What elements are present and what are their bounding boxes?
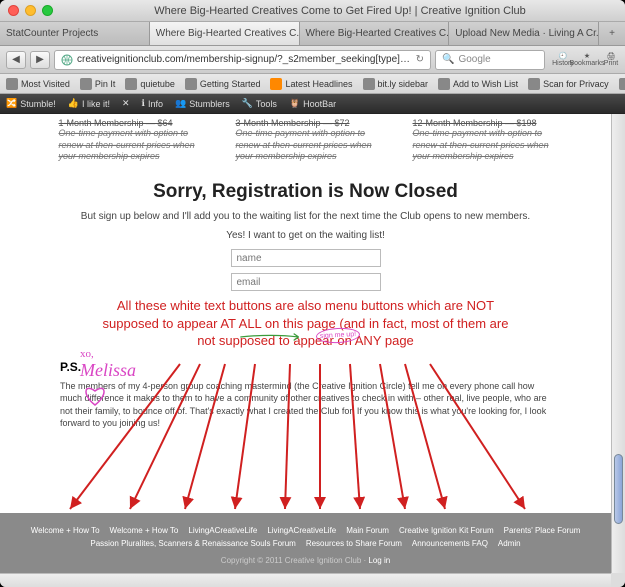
- bookmark-item[interactable]: Account: [619, 78, 625, 90]
- vertical-scrollbar[interactable]: [611, 114, 625, 573]
- bookmark-item[interactable]: Getting Started: [185, 78, 261, 90]
- footer-link[interactable]: Admin: [498, 539, 521, 548]
- site-icon: [619, 78, 625, 90]
- resize-corner[interactable]: [611, 573, 625, 587]
- site-icon: [528, 78, 540, 90]
- site-icon: [80, 78, 92, 90]
- folder-icon: [6, 78, 18, 90]
- site-icon: [185, 78, 197, 90]
- heart-icon: [80, 381, 110, 407]
- footer-link[interactable]: Welcome + How To: [31, 526, 100, 535]
- waitlist-label: Yes! I want to get on the waiting list!: [0, 230, 611, 241]
- hand-drawn-arrow-icon: [232, 332, 312, 342]
- site-icon: [363, 78, 375, 90]
- search-icon: 🔍: [442, 54, 454, 65]
- minimize-window-button[interactable]: [25, 5, 36, 16]
- window-title: Where Big-Hearted Creatives Come to Get …: [63, 5, 617, 17]
- footer-link[interactable]: Passion Pluralites, Scanners & Renaissan…: [90, 539, 295, 548]
- site-icon: [438, 78, 450, 90]
- close-window-button[interactable]: [8, 5, 19, 16]
- page-content: 1-Month Membership — $64 One-time paymen…: [0, 114, 611, 573]
- bookmark-item[interactable]: Most Visited: [6, 78, 70, 90]
- login-link[interactable]: Log in: [368, 556, 390, 565]
- toolbar-item[interactable]: ℹ Info: [142, 98, 163, 109]
- toolbar-item[interactable]: 🔧 Tools: [242, 98, 277, 109]
- membership-desc: One-time payment with option to renew at…: [59, 128, 199, 163]
- browser-tab[interactable]: Upload New Media · Living A Cr...: [449, 22, 599, 45]
- horizontal-scrollbar[interactable]: [0, 573, 611, 587]
- membership-option: 12-Month Membership — $198 One-time paym…: [413, 118, 553, 163]
- membership-title: 3-Month Membership — $72: [236, 118, 376, 128]
- browser-tab[interactable]: Where Big-Hearted Creatives C...: [150, 22, 300, 45]
- footer-link[interactable]: Welcome + How To: [110, 526, 179, 535]
- waitlist-form: [0, 249, 611, 291]
- bookmark-item[interactable]: quietube: [125, 78, 175, 90]
- address-bar: ◀ ▶ creativeignitionclub.com/membership-…: [0, 46, 625, 74]
- footer-copyright: Copyright © 2011 Creative Ignition Club …: [221, 556, 390, 565]
- new-tab-button[interactable]: +: [599, 22, 625, 45]
- toolbar-item[interactable]: ✕: [122, 98, 130, 109]
- search-field[interactable]: 🔍 Google: [435, 50, 545, 70]
- browser-tab[interactable]: StatCounter Projects: [0, 22, 150, 45]
- bookmark-item[interactable]: Pin It: [80, 78, 116, 90]
- stumble-toolbar: 🔀Stumble! 👍 I like it! ✕ ℹ Info 👥 Stumbl…: [0, 94, 625, 114]
- membership-desc: One-time payment with option to renew at…: [413, 128, 553, 163]
- url-field[interactable]: creativeignitionclub.com/membership-sign…: [54, 50, 431, 70]
- browser-window: Where Big-Hearted Creatives Come to Get …: [0, 0, 625, 587]
- membership-desc: One-time payment with option to renew at…: [236, 128, 376, 163]
- footer-link[interactable]: LivingACreativeLife: [188, 526, 257, 535]
- name-input[interactable]: [231, 249, 381, 267]
- footer-link[interactable]: Resources to Share Forum: [306, 539, 402, 548]
- membership-title: 1-Month Membership — $64: [59, 118, 199, 128]
- toolbar-item[interactable]: 🦉 HootBar: [289, 98, 336, 109]
- email-input[interactable]: [231, 273, 381, 291]
- bookmark-item[interactable]: bit.ly sidebar: [363, 78, 429, 90]
- scrollbar-thumb[interactable]: [614, 454, 623, 524]
- forward-button[interactable]: ▶: [30, 51, 50, 69]
- window-titlebar: Where Big-Hearted Creatives Come to Get …: [0, 0, 625, 22]
- footer-link[interactable]: Creative Ignition Kit Forum: [399, 526, 494, 535]
- zoom-window-button[interactable]: [42, 5, 53, 16]
- tab-strip: StatCounter Projects Where Big-Hearted C…: [0, 22, 625, 46]
- membership-option: 3-Month Membership — $72 One-time paymen…: [236, 118, 376, 163]
- print-icon[interactable]: 🖨Print: [603, 52, 619, 68]
- footer-links: Welcome + How To Welcome + How To Living…: [0, 522, 611, 552]
- membership-title: 12-Month Membership — $198: [413, 118, 553, 128]
- stop-reload-icon[interactable]: ↻: [416, 54, 424, 65]
- page-footer: Welcome + How To Welcome + How To Living…: [0, 513, 611, 573]
- site-icon: [125, 78, 137, 90]
- bookmarks-toolbar: Most Visited Pin It quietube Getting Sta…: [0, 74, 625, 94]
- bookmark-item[interactable]: Add to Wish List: [438, 78, 518, 90]
- membership-options: 1-Month Membership — $64 One-time paymen…: [0, 114, 611, 173]
- toolbar-item[interactable]: 👍 I like it!: [68, 98, 110, 109]
- membership-option: 1-Month Membership — $64 One-time paymen…: [59, 118, 199, 163]
- bookmark-item[interactable]: Latest Headlines: [270, 78, 352, 90]
- toolbar-right-icons: 🕘History ★Bookmarks 🖨Print: [555, 52, 619, 68]
- back-button[interactable]: ◀: [6, 51, 26, 69]
- signature: xo, Melissa: [80, 348, 136, 410]
- footer-link[interactable]: LivingACreativeLife: [267, 526, 336, 535]
- globe-icon: [61, 54, 73, 66]
- rss-icon: [270, 78, 282, 90]
- browser-tab[interactable]: Where Big-Hearted Creatives C...: [300, 22, 450, 45]
- footer-link[interactable]: Main Forum: [346, 526, 389, 535]
- bookmarks-icon[interactable]: ★Bookmarks: [579, 52, 595, 68]
- toolbar-item[interactable]: 👥 Stumblers: [175, 98, 230, 109]
- stumble-button[interactable]: 🔀Stumble!: [6, 98, 56, 109]
- stumble-icon: 🔀: [6, 98, 17, 109]
- page-subhead: But sign up below and I'll add you to th…: [40, 211, 571, 222]
- footer-link[interactable]: Announcements FAQ: [412, 539, 488, 548]
- bookmark-item[interactable]: Scan for Privacy: [528, 78, 609, 90]
- footer-link[interactable]: Parents' Place Forum: [504, 526, 581, 535]
- traffic-lights: [8, 5, 53, 16]
- page-heading: Sorry, Registration is Now Closed: [0, 181, 611, 203]
